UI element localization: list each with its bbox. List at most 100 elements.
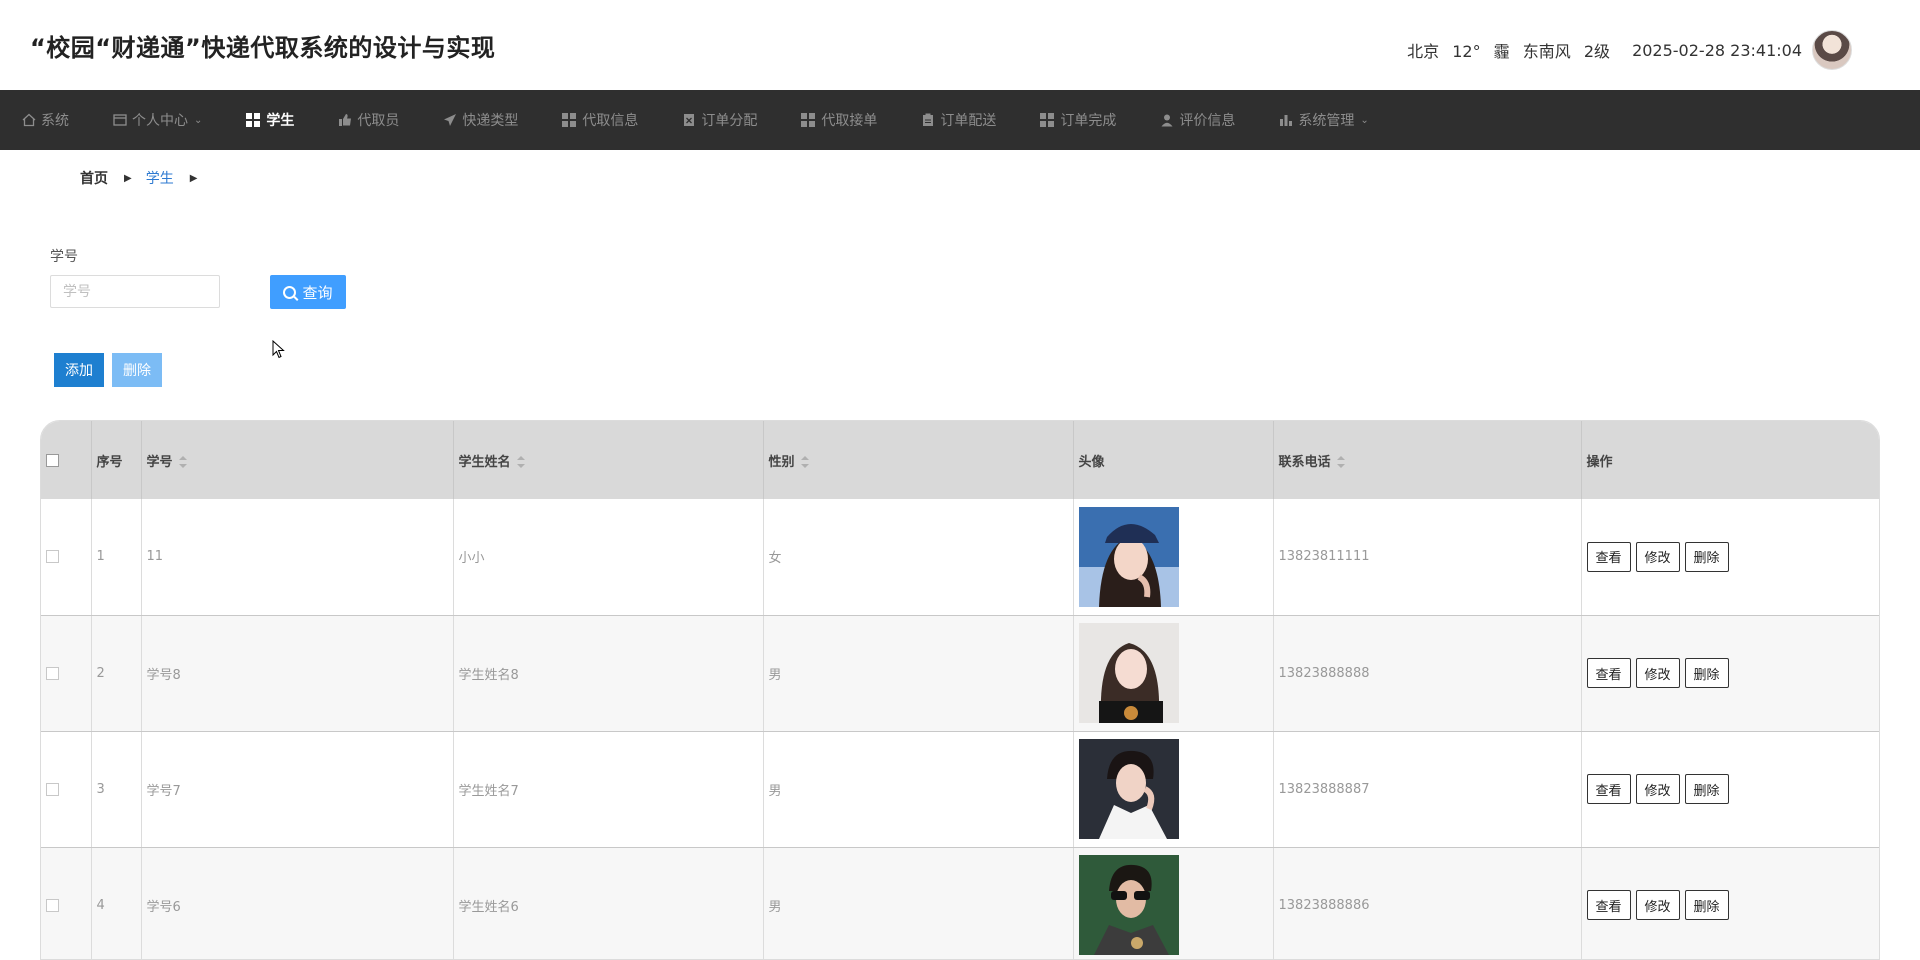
cell-index: 3 <box>91 731 142 848</box>
cell-ops: 查看 修改 删除 <box>1581 731 1879 848</box>
student-photo[interactable] <box>1078 623 1179 723</box>
nav-label: 订单配送 <box>940 113 997 129</box>
chevron-down-icon: ⌄ <box>194 114 203 126</box>
edit-button[interactable]: 修改 <box>1635 890 1680 920</box>
grid-icon <box>1040 113 1055 127</box>
cell-gender: 男 <box>763 615 1074 732</box>
breadcrumb-home[interactable]: 首页 <box>80 168 108 188</box>
cell-student-no: 学号7 <box>141 731 454 848</box>
cell-index: 2 <box>91 615 142 732</box>
plane-icon <box>443 113 457 127</box>
nav-item-express-type[interactable]: 快递类型 <box>421 90 540 150</box>
search-button-label: 查询 <box>302 283 333 302</box>
header-avatar: 头像 <box>1073 421 1274 499</box>
edit-button[interactable]: 修改 <box>1635 541 1680 572</box>
cell-gender: 男 <box>763 731 1074 848</box>
cell-phone: 13823888886 <box>1273 847 1582 959</box>
row-checkbox[interactable] <box>46 782 59 796</box>
chevron-right-icon: ▶ <box>124 172 132 184</box>
sort-icon[interactable] <box>178 456 187 468</box>
add-button[interactable]: 添加 <box>54 353 104 387</box>
edit-button[interactable]: 修改 <box>1635 658 1680 688</box>
student-photo[interactable] <box>1078 506 1179 607</box>
sort-icon[interactable] <box>1336 456 1345 468</box>
system-title: “校园“财递通”快递代取系统的设计与实现 <box>30 34 496 62</box>
student-no-search-input[interactable] <box>50 275 220 308</box>
cell-phone: 13823811111 <box>1273 499 1582 616</box>
nav-item-courier[interactable]: 代取员 <box>316 90 421 150</box>
view-button[interactable]: 查看 <box>1586 541 1631 572</box>
student-photo[interactable] <box>1078 855 1179 955</box>
edit-button[interactable]: 修改 <box>1635 774 1680 804</box>
clipboard-icon <box>921 113 935 127</box>
batch-delete-button[interactable]: 删除 <box>112 353 162 387</box>
weather-widget: 北京 12° 霾 东南风 2级 <box>1407 38 1618 62</box>
nav-label: 代取信息 <box>582 113 639 129</box>
row-checkbox[interactable] <box>46 550 59 564</box>
row-select[interactable] <box>41 615 92 732</box>
student-photo[interactable] <box>1078 739 1179 839</box>
user-avatar[interactable] <box>1812 30 1852 70</box>
nav-label: 个人中心 <box>132 113 188 129</box>
user-icon <box>1160 113 1174 127</box>
nav-item-system-manage[interactable]: 系统管理 ⌄ <box>1257 90 1390 150</box>
nav-item-order-complete[interactable]: 订单完成 <box>1018 90 1138 150</box>
chevron-down-icon: ⌄ <box>1360 114 1369 126</box>
cell-phone: 13823888887 <box>1273 731 1582 848</box>
view-button[interactable]: 查看 <box>1586 890 1631 920</box>
header-phone[interactable]: 联系电话 <box>1273 421 1582 499</box>
header-label: 性别 <box>768 454 795 470</box>
row-checkbox[interactable] <box>46 898 59 912</box>
header-label: 联系电话 <box>1278 454 1331 470</box>
breadcrumb-current[interactable]: 学生 <box>146 168 174 188</box>
cell-index: 4 <box>91 847 142 959</box>
weather-temp: 12° <box>1452 42 1481 61</box>
header-student-no[interactable]: 学号 <box>141 421 454 499</box>
view-button[interactable]: 查看 <box>1586 658 1631 688</box>
cell-name: 小小 <box>453 499 764 616</box>
cell-index: 1 <box>91 499 142 616</box>
row-checkbox[interactable] <box>46 666 59 680</box>
search-label: 学号 <box>50 249 78 265</box>
nav-item-review-info[interactable]: 评价信息 <box>1138 90 1257 150</box>
select-all-checkbox[interactable] <box>46 453 59 467</box>
cell-student-no: 11 <box>141 499 454 616</box>
header-select-all[interactable] <box>41 421 92 499</box>
header-right: 北京 12° 霾 东南风 2级 2025-02-28 23:41:04 <box>1407 30 1852 70</box>
table-row: 1 11 小小 女 13823811111 查看 修改 删除 <box>41 499 1879 616</box>
delete-button[interactable]: 删除 <box>1684 658 1729 688</box>
table-row: 2 学号8 学生姓名8 男 13823888888 查看 修改 删除 <box>41 615 1879 732</box>
nav-label: 代取员 <box>357 113 400 129</box>
header-gender[interactable]: 性别 <box>763 421 1074 499</box>
sort-icon[interactable] <box>516 456 525 468</box>
nav-item-order-delivery[interactable]: 订单配送 <box>899 90 1018 150</box>
nav-item-system[interactable]: 系统 <box>0 90 91 150</box>
table-row: 4 学号6 学生姓名6 男 13823888886 查看 修改 删除 <box>41 847 1879 959</box>
view-button[interactable]: 查看 <box>1586 774 1631 804</box>
nav-item-pickup-info[interactable]: 代取信息 <box>540 90 660 150</box>
row-select[interactable] <box>41 731 92 848</box>
sort-icon[interactable] <box>800 456 809 468</box>
header-index: 序号 <box>91 421 142 499</box>
header-label: 学号 <box>146 454 173 470</box>
header: “校园“财递通”快递代取系统的设计与实现 北京 12° 霾 东南风 2级 202… <box>0 0 1920 90</box>
cell-avatar <box>1073 731 1274 848</box>
cell-ops: 查看 修改 删除 <box>1581 847 1879 959</box>
search-button[interactable]: 查询 <box>270 275 346 309</box>
nav-item-personal-center[interactable]: 个人中心 ⌄ <box>91 90 224 150</box>
delete-button[interactable]: 删除 <box>1684 774 1729 804</box>
delete-button[interactable]: 删除 <box>1684 541 1729 572</box>
nav-label: 系统 <box>41 113 69 129</box>
grid-icon <box>801 113 816 127</box>
nav-item-student[interactable]: 学生 <box>224 90 316 150</box>
header-name[interactable]: 学生姓名 <box>453 421 764 499</box>
nav-item-pickup-accept[interactable]: 代取接单 <box>779 90 899 150</box>
row-select[interactable] <box>41 847 92 959</box>
cell-name: 学生姓名6 <box>453 847 764 959</box>
cell-avatar <box>1073 615 1274 732</box>
header-ops: 操作 <box>1581 421 1879 499</box>
nav-label: 评价信息 <box>1179 113 1236 129</box>
nav-item-order-assign[interactable]: 订单分配 <box>660 90 779 150</box>
delete-button[interactable]: 删除 <box>1684 890 1729 920</box>
row-select[interactable] <box>41 499 92 616</box>
